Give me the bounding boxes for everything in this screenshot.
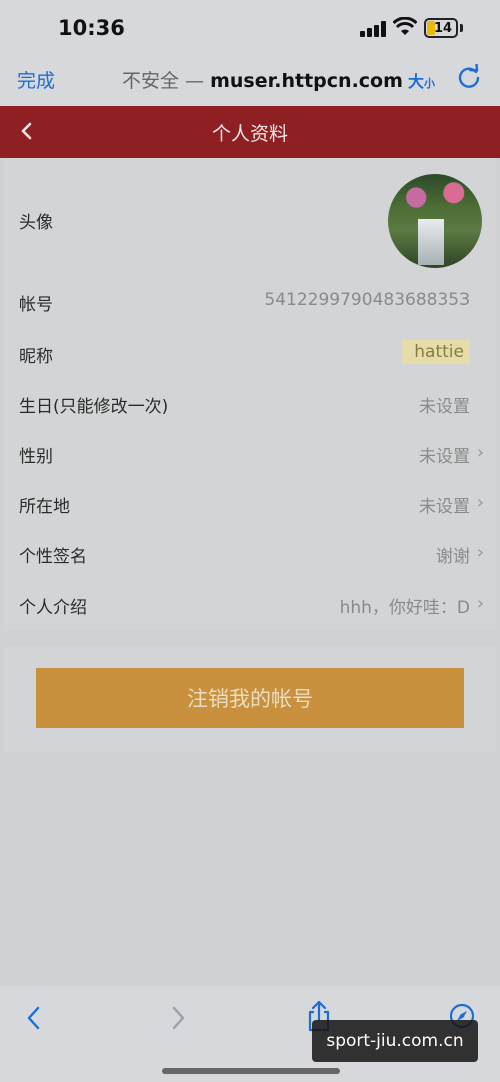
location-label: 所在地 [19,497,70,517]
gender-label: 性别 [19,447,53,467]
birthday-label: 生日(只能修改一次) [19,397,169,417]
status-bar: 10:36 14 [0,0,500,56]
avatar-row[interactable]: 头像 [4,158,496,280]
text-size-small: 小 [424,77,436,90]
text-size-big: 大 [408,72,425,91]
intro-row[interactable]: 个人介绍 hhh，你好哇：D › [4,593,496,633]
page-title: 个人资料 [211,123,288,145]
account-row: 帐号 541229979048368835З [4,290,496,330]
gender-row[interactable]: 性别 未设置 › [4,442,496,482]
forward-icon[interactable] [166,1004,190,1032]
chevron-right-icon: › [476,442,484,463]
wifi-icon [393,17,417,35]
chevron-right-icon: › [476,542,484,563]
profile-card: 头像 帐号 541229979048368835З 昵称 hattie 生日(只… [4,158,496,630]
location-row[interactable]: 所在地 未设置 › [4,492,496,532]
nickname-value[interactable]: hattie [402,340,470,364]
done-button[interactable]: 完成 [17,66,55,93]
gender-value: 未设置 [419,447,470,467]
signature-label: 个性签名 [19,547,87,567]
avatar[interactable] [388,174,482,268]
url-domain: muser.httpcn.com [210,70,403,92]
intro-label: 个人介绍 [19,598,87,618]
chevron-right-icon: › [476,492,484,513]
account-label: 帐号 [19,295,53,315]
address-bar[interactable]: 不安全 — muser.httpcn.com [122,66,403,93]
text-size-button[interactable]: 大小 [408,68,435,92]
signature-value: 谢谢 [436,547,470,567]
battery-tip [460,24,463,32]
battery-level: 14 [434,21,453,36]
nickname-label: 昵称 [19,347,53,367]
birthday-row[interactable]: 生日(只能修改一次) 未设置 [4,392,496,432]
chevron-right-icon: › [476,593,484,614]
status-time: 10:36 [58,16,125,40]
signature-row[interactable]: 个性签名 谢谢 › [4,542,496,582]
birthday-value: 未设置 [419,397,470,417]
browser-bar: 完成 不安全 — muser.httpcn.com 大小 [0,56,500,106]
watermark: sport-jiu.com.cn [312,1020,478,1062]
reload-icon[interactable] [456,64,482,90]
battery-icon: 14 [424,18,458,38]
account-value: 541229979048368835З [264,290,470,310]
cancel-account-button[interactable]: 注销我的帐号 [36,668,464,728]
avatar-image-waterfall [418,219,444,265]
app-header: 个人资料 [0,106,500,158]
home-indicator [162,1068,340,1074]
location-value: 未设置 [419,497,470,517]
nickname-row[interactable]: 昵称 hattie [4,340,496,382]
avatar-label: 头像 [19,213,53,233]
signal-icon [360,21,386,37]
intro-value: hhh，你好哇：D [339,598,470,618]
back-icon[interactable] [22,1004,46,1032]
security-label: 不安全 — [122,70,205,92]
cancel-account-section: 注销我的帐号 [4,646,496,752]
